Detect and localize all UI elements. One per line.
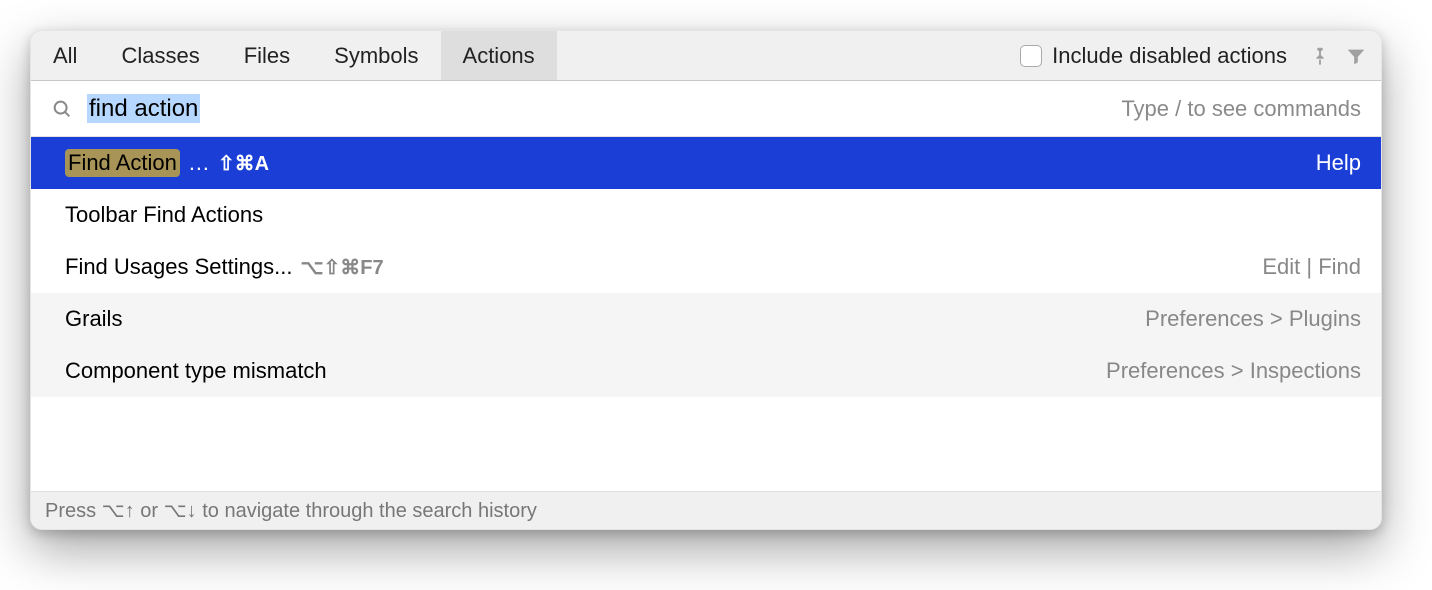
search-hint: Type / to see commands	[1121, 96, 1361, 122]
tab-bar: All Classes Files Symbols Actions Includ…	[31, 31, 1381, 81]
tabs: All Classes Files Symbols Actions	[31, 31, 557, 80]
search-everywhere-window: All Classes Files Symbols Actions Includ…	[30, 30, 1382, 530]
result-shortcut: ⌥⇧⌘F7	[300, 255, 383, 280]
tab-symbols[interactable]: Symbols	[312, 31, 440, 80]
result-location: Preferences > Inspections	[1106, 358, 1361, 384]
checkbox-icon	[1020, 45, 1042, 67]
tab-classes[interactable]: Classes	[99, 31, 221, 80]
search-input[interactable]: find action	[87, 95, 1121, 123]
pin-icon[interactable]	[1305, 41, 1335, 71]
tab-label: Files	[244, 43, 290, 69]
result-label: Component type mismatch	[65, 358, 327, 384]
result-row[interactable]: Toolbar Find Actions	[31, 189, 1381, 241]
result-ellipsis: …	[188, 150, 210, 176]
result-row[interactable]: Component type mismatch Preferences > In…	[31, 345, 1381, 397]
include-disabled-label: Include disabled actions	[1052, 43, 1287, 69]
tab-label: All	[53, 43, 77, 69]
tab-all[interactable]: All	[31, 31, 99, 80]
result-label: Find Usages Settings...	[65, 254, 292, 280]
search-query-text: find action	[87, 94, 200, 123]
result-row[interactable]: Find Usages Settings... ⌥⇧⌘F7 Edit | Fin…	[31, 241, 1381, 293]
footer-hint: Press ⌥↑ or ⌥↓ to navigate through the s…	[31, 491, 1381, 529]
tab-files[interactable]: Files	[222, 31, 312, 80]
search-icon	[51, 98, 73, 120]
result-shortcut: ⇧⌘A	[218, 151, 269, 176]
result-label: Find Action	[65, 149, 180, 177]
result-label: Grails	[65, 306, 122, 332]
include-disabled-toggle[interactable]: Include disabled actions	[1020, 43, 1299, 69]
result-location: Edit | Find	[1262, 254, 1361, 280]
search-row: find action Type / to see commands	[31, 81, 1381, 137]
result-location: Help	[1316, 150, 1361, 176]
filter-icon[interactable]	[1341, 41, 1371, 71]
tab-actions[interactable]: Actions	[441, 31, 557, 80]
result-label: Toolbar Find Actions	[65, 202, 263, 228]
tab-label: Actions	[463, 43, 535, 69]
result-location: Preferences > Plugins	[1145, 306, 1361, 332]
results-list: Find Action … ⇧⌘A Help Toolbar Find Actio…	[31, 137, 1381, 491]
tab-label: Symbols	[334, 43, 418, 69]
tab-label: Classes	[121, 43, 199, 69]
result-row[interactable]: Find Action … ⇧⌘A Help	[31, 137, 1381, 189]
result-row[interactable]: Grails Preferences > Plugins	[31, 293, 1381, 345]
